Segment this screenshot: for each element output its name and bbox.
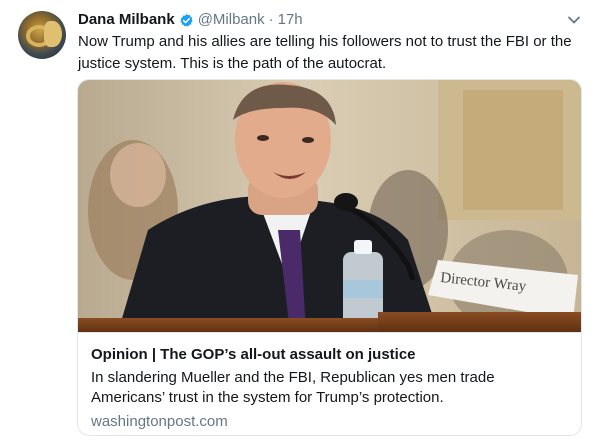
header-separator: · [268,11,274,28]
link-card[interactable]: Director Wray Opinion | The GOP’s all-ou… [77,79,582,436]
card-title[interactable]: Opinion | The GOP’s all-out assault on j… [91,345,568,365]
card-image[interactable]: Director Wray [78,80,581,332]
verified-badge-icon [180,13,193,26]
tweet-timestamp[interactable]: 17h [278,10,303,30]
tweet-text-line: Now Trump and his allies are telling his… [78,33,572,50]
card-body[interactable]: Opinion | The GOP’s all-out assault on j… [78,332,581,435]
previous-tweet-edge [0,0,601,4]
tweet-header: Dana Milbank @Milbank · 17h [78,10,303,30]
tweet-text-line: justice system. This is the path of the … [78,55,387,72]
author-handle[interactable]: @Milbank [198,10,265,30]
chevron-down-icon[interactable] [566,12,582,28]
avatar[interactable] [18,11,66,59]
card-description: In slandering Mueller and the FBI, Repub… [91,369,495,406]
tweet-text: Now Trump and his allies are telling his… [78,31,578,75]
card-domain[interactable]: washingtonpost.com [91,412,568,432]
tweet[interactable]: Dana Milbank @Milbank · 17h Now Trump an… [0,0,601,446]
avatar-bell-shape [44,21,62,47]
author-name[interactable]: Dana Milbank [78,10,175,30]
